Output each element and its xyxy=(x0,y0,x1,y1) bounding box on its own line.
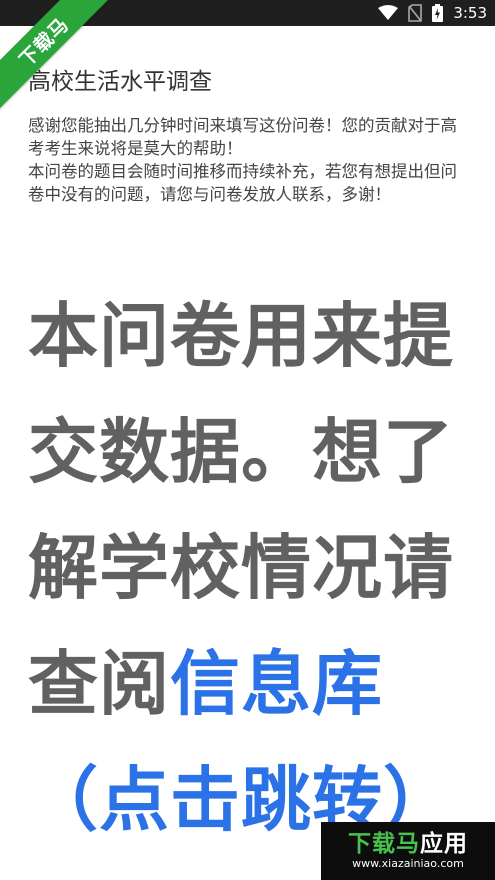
clock: 3:53 xyxy=(453,4,487,22)
wifi-icon xyxy=(378,5,399,21)
watermark-brand-white: 应用 xyxy=(420,831,468,857)
watermark-url: www.xiazainiao.com xyxy=(352,857,464,870)
watermark-ribbon-label: 下载马 xyxy=(0,0,120,120)
watermark-badge: 下载马应用 www.xiazainiao.com xyxy=(321,822,495,880)
status-icons: 3:53 xyxy=(378,0,487,26)
watermark-brand-green: 下载马 xyxy=(348,831,420,857)
watermark-ribbon: 下载马 xyxy=(0,0,120,120)
watermark-brand: 下载马应用 xyxy=(348,831,468,857)
survey-description: 感谢您能抽出几分钟时间来填写这份问卷！您的贡献对于高考考生来说将是莫大的帮助！ … xyxy=(28,114,468,206)
survey-notice: 本问卷用来提交数据。想了解学校情况请查阅信息库（点击跳转） xyxy=(28,278,488,858)
battery-charging-icon xyxy=(432,4,444,22)
description-paragraph-2: 本问卷的题目会随时间推移而持续补充，若您有想提出但问卷中没有的问题，请您与问卷发… xyxy=(28,162,457,204)
no-sim-icon xyxy=(408,4,423,22)
description-paragraph-1: 感谢您能抽出几分钟时间来填写这份问卷！您的贡献对于高考考生来说将是莫大的帮助！ xyxy=(28,116,457,158)
